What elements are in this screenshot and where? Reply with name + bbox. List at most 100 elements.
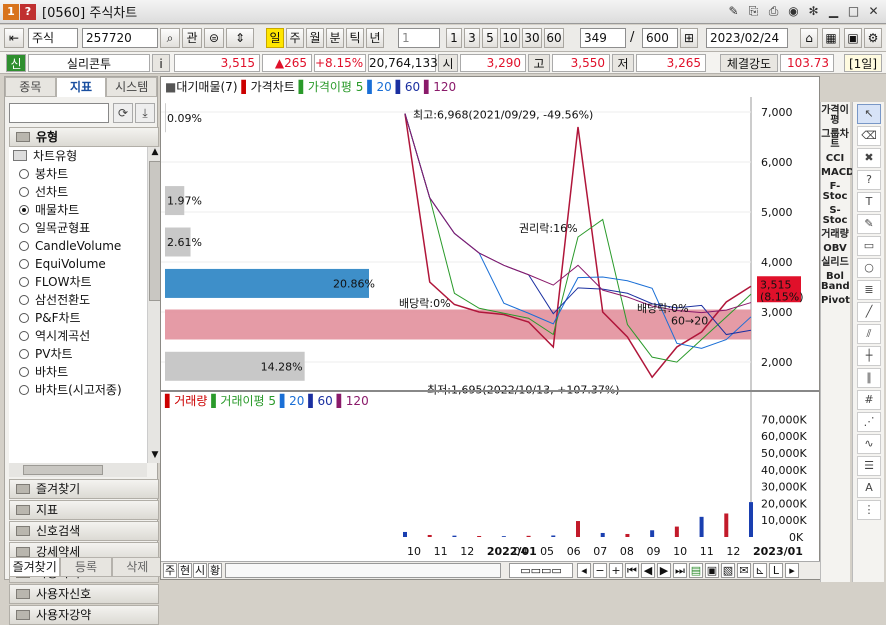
tab-favorites[interactable]: 즐겨찾기 [9, 557, 61, 577]
indicator-shortcut[interactable]: 실리드 [821, 258, 849, 268]
section-header[interactable]: 즐겨찾기 [9, 479, 159, 499]
fibo-icon[interactable]: ≣ [857, 280, 881, 300]
min-5[interactable]: 5 [482, 28, 498, 48]
count-total-input[interactable]: 600 [642, 28, 678, 48]
legend-vol[interactable]: 거래량 [174, 394, 207, 408]
pencil-icon[interactable]: ✎ [857, 214, 881, 234]
channel-icon[interactable]: ⫽ [857, 324, 881, 344]
nav-play-icon[interactable]: ▶ [657, 563, 671, 578]
nav-next-icon[interactable]: ▸ [785, 563, 799, 578]
toolbar-lock-icon[interactable]: ⌂ [800, 28, 818, 48]
tree-hscrollbar[interactable] [9, 463, 147, 477]
radio-icon[interactable] [19, 313, 29, 323]
chart-area[interactable]: ■대기매물(7) ▌가격차트 ▌가격이평 5 ▌20 ▌60 ▌120 2,00… [160, 76, 821, 580]
nav-zoom-out-icon[interactable]: − [593, 563, 607, 578]
download-icon[interactable]: ⤓ [135, 103, 155, 123]
tree-item[interactable]: CandleVolume [9, 237, 147, 255]
tree-item[interactable]: 일목균형표 [9, 219, 147, 237]
memo-icon[interactable]: ✎ [725, 3, 742, 20]
nav-week[interactable]: 주 [163, 563, 177, 578]
tab-register[interactable]: 등록 [60, 557, 112, 577]
tree-item[interactable]: 봉차트 [9, 165, 147, 183]
period-year[interactable]: 년 [366, 28, 384, 48]
period-month[interactable]: 월 [306, 28, 324, 48]
period-day[interactable]: 일 [266, 28, 284, 48]
radio-icon[interactable] [19, 223, 29, 233]
grid-lines-icon[interactable]: # [857, 390, 881, 410]
wave-icon[interactable]: ∿ [857, 434, 881, 454]
tree-item[interactable]: 역시계곡선 [9, 327, 147, 345]
tool-more-icon[interactable]: ⋮ [857, 500, 881, 520]
auto-icon[interactable]: A [857, 478, 881, 498]
toolbar-save-icon[interactable]: ▣ [844, 28, 862, 48]
nav-status[interactable]: 황 [208, 563, 222, 578]
radio-icon[interactable] [19, 367, 29, 377]
indicator-shortcut[interactable]: OBV [821, 244, 849, 254]
indicator-shortcut[interactable]: Bol Band [821, 272, 850, 292]
watchlist-button[interactable]: 관 [182, 28, 202, 48]
indicator-shortcut[interactable]: 거래량 [821, 230, 849, 240]
radio-icon[interactable] [19, 205, 29, 215]
radio-icon[interactable] [19, 331, 29, 341]
period-week[interactable]: 주 [286, 28, 304, 48]
hscroll-thumb[interactable] [23, 465, 103, 475]
save-icon[interactable]: ▣ [705, 563, 719, 578]
radio-icon[interactable] [19, 277, 29, 287]
indicator-shortcut[interactable]: Pivot [821, 296, 850, 306]
horizontal-lines-icon[interactable]: ☰ [857, 456, 881, 476]
period-tick[interactable]: 틱 [346, 28, 364, 48]
min-30[interactable]: 30 [522, 28, 542, 48]
camera-icon[interactable]: ◉ [785, 3, 802, 20]
nav-arrows-icon[interactable]: ⇤ [4, 28, 24, 48]
radio-icon[interactable] [19, 241, 29, 251]
legend-vol-ma60[interactable]: 60 [317, 394, 332, 408]
minimize-icon[interactable]: ▁ [825, 3, 842, 20]
link-icon[interactable]: ⎘ [745, 3, 762, 20]
indicator-shortcut[interactable]: S-Stoc [821, 206, 849, 226]
nav-last-icon[interactable]: ⏭ [673, 563, 687, 578]
gann-icon[interactable]: ⋰ [857, 412, 881, 432]
vertical-lines-icon[interactable]: ∥ [857, 368, 881, 388]
text-icon[interactable]: T [857, 192, 881, 212]
indicator-search-input[interactable] [9, 103, 109, 123]
toolbar-config-icon[interactable]: ⚙ [864, 28, 882, 48]
indicator-shortcut[interactable]: CCI [821, 154, 849, 164]
market-select[interactable]: 주식 [28, 28, 78, 48]
tab-delete[interactable]: 삭제 [111, 557, 163, 577]
print-icon[interactable]: ⎙ [765, 3, 782, 20]
stepper-icon[interactable]: ⇕ [226, 28, 254, 48]
tab-indicators[interactable]: 지표 [55, 77, 107, 97]
help-icon[interactable]: ? [857, 170, 881, 190]
legend-vol-ma20[interactable]: 20 [289, 394, 304, 408]
price-chart-svg[interactable]: 2,000 3,000 4,000 5,000 6,000 7,000 0.09% 1.97%… [161, 77, 819, 563]
section-type-header[interactable]: 유형 [9, 127, 159, 147]
section-header[interactable]: 지표 [9, 500, 159, 520]
nav-back-icon[interactable]: ◀ [641, 563, 655, 578]
count-shown-input[interactable]: 349 [580, 28, 626, 48]
cursor-icon[interactable]: ⊾ [753, 563, 767, 578]
settings-gear-icon[interactable]: ✻ [805, 3, 822, 20]
circle-icon[interactable]: ○ [857, 258, 881, 278]
toolbar-grid-icon[interactable]: ▦ [822, 28, 840, 48]
sync-icon[interactable]: ⊜ [204, 28, 224, 48]
section-header[interactable]: 사용자신호 [9, 584, 159, 604]
min-3[interactable]: 3 [464, 28, 480, 48]
radio-icon[interactable] [19, 349, 29, 359]
min-1[interactable]: 1 [446, 28, 462, 48]
date-picker[interactable]: 2023/02/24 [706, 28, 788, 48]
legend-vol-ma120[interactable]: 120 [346, 394, 369, 408]
tree-item[interactable]: 삼선전환도 [9, 291, 147, 309]
tree-item[interactable]: 바차트(시고저종) [9, 381, 147, 399]
excel-icon[interactable]: ▤ [689, 563, 703, 578]
radio-icon[interactable] [19, 295, 29, 305]
tree-item[interactable]: 바차트 [9, 363, 147, 381]
delete-all-icon[interactable]: ✖ [857, 148, 881, 168]
stock-code-input[interactable]: 257720 [82, 28, 158, 48]
tree-item[interactable]: FLOW차트 [9, 273, 147, 291]
search-icon[interactable]: ⌕ [160, 28, 180, 48]
image-icon[interactable]: ▧ [721, 563, 735, 578]
tree-item[interactable]: P&F차트 [9, 309, 147, 327]
rectangle-icon[interactable]: ▭ [857, 236, 881, 256]
help-logo[interactable]: ? [20, 3, 36, 20]
radio-icon[interactable] [19, 259, 29, 269]
